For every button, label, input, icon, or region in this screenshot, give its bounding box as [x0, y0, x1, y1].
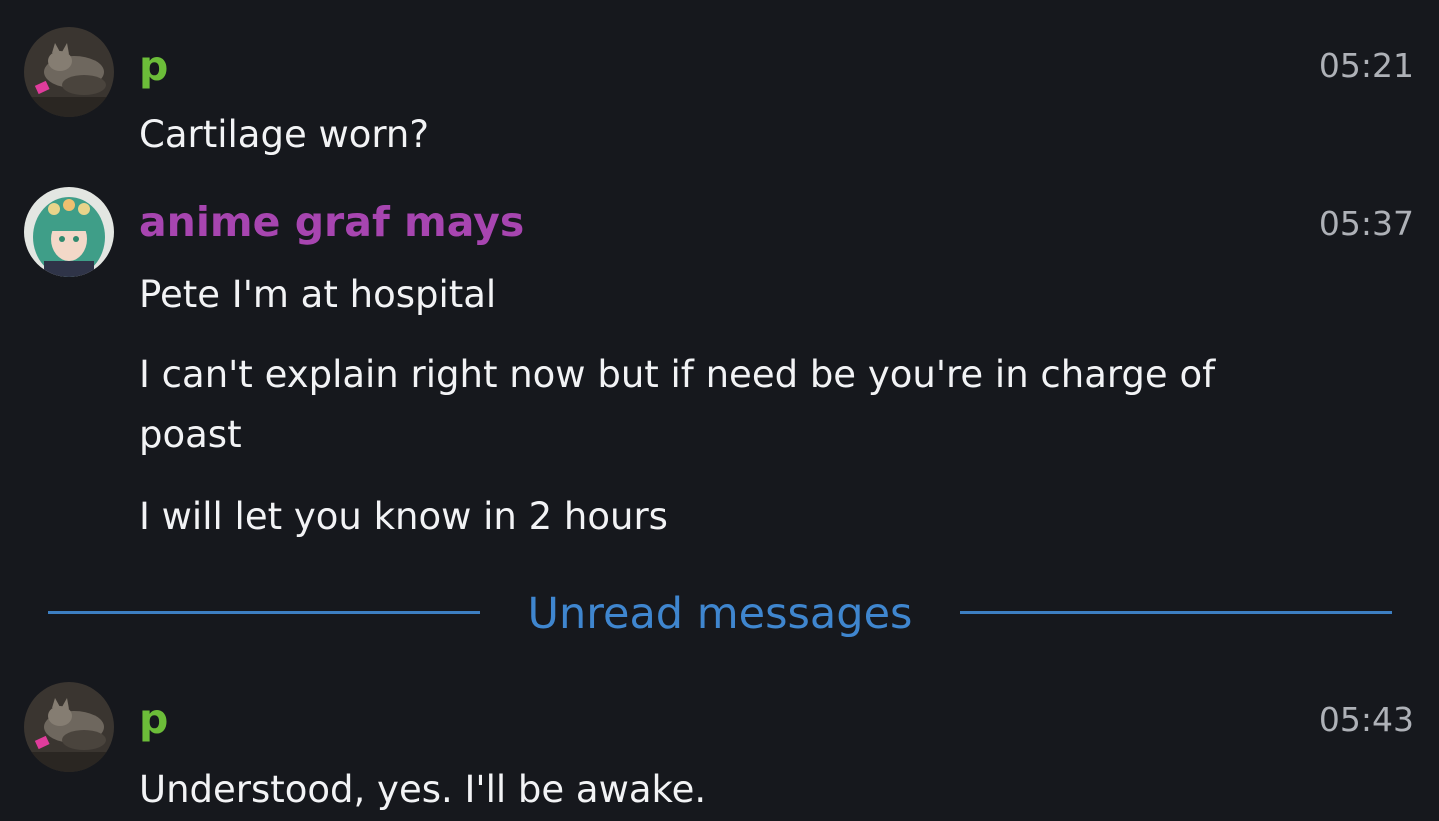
avatar-p[interactable] — [24, 27, 114, 117]
message-timestamp: 05:21 — [1318, 46, 1414, 85]
message-author[interactable]: p — [139, 693, 168, 745]
avatar-cat-image — [24, 682, 114, 772]
divider-line-left — [48, 611, 480, 614]
unread-messages-label: Unread messages — [527, 589, 913, 639]
avatar-anime-girl-image — [24, 187, 114, 277]
message-author[interactable]: anime graf mays — [139, 196, 524, 248]
message-text: poast — [139, 413, 242, 456]
unread-messages-divider: Unread messages — [0, 584, 1439, 644]
avatar-anime-graf-mays[interactable] — [24, 187, 114, 277]
message-text: I will let you know in 2 hours — [139, 495, 668, 538]
message-author[interactable]: p — [139, 40, 168, 92]
avatar-cat-image — [24, 27, 114, 117]
message-text: Cartilage worn? — [139, 113, 430, 156]
divider-line-right — [960, 611, 1392, 614]
message-text: Understood, yes. I'll be awake. — [139, 768, 707, 811]
message-text: I can't explain right now but if need be… — [139, 353, 1216, 396]
message-text: Pete I'm at hospital — [139, 273, 497, 316]
avatar-p[interactable] — [24, 682, 114, 772]
message-timestamp: 05:37 — [1318, 204, 1414, 243]
message-timestamp: 05:43 — [1318, 700, 1414, 739]
